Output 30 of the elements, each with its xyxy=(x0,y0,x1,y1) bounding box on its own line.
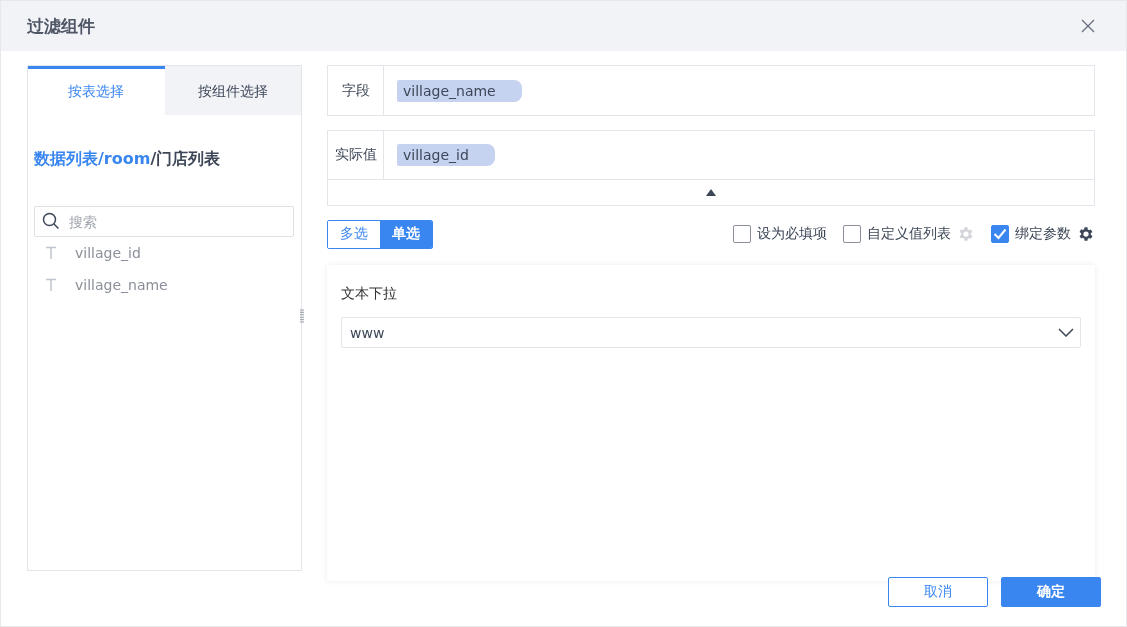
close-icon[interactable] xyxy=(1081,19,1095,33)
text-type-icon xyxy=(45,246,57,260)
mode-toggle[interactable]: 单选 xyxy=(380,220,432,248)
binding-label: 字段 xyxy=(328,66,384,115)
dialog-title: 过滤组件 xyxy=(27,14,95,38)
field-chip[interactable]: village_name xyxy=(397,79,522,102)
checkbox-label: 设为必填项 xyxy=(757,225,827,243)
search-icon xyxy=(42,212,60,230)
resize-handle-icon[interactable] xyxy=(300,309,304,323)
settings-icon[interactable] xyxy=(1077,225,1095,243)
tab[interactable]: 按组件选择 xyxy=(164,66,301,115)
text-type-icon xyxy=(45,278,57,292)
cancel-button[interactable]: 取消 xyxy=(888,577,988,607)
checkbox[interactable] xyxy=(991,225,1009,243)
preview-label: 文本下拉 xyxy=(341,285,398,303)
chevron-down-icon xyxy=(1058,328,1074,337)
search-field[interactable]: 搜索 xyxy=(34,206,294,237)
breadcrumb-current: /门店列表 xyxy=(150,149,221,168)
checkbox[interactable] xyxy=(843,225,861,243)
binding-label: 实际值 xyxy=(328,131,384,179)
field-item[interactable]: village_name xyxy=(28,269,301,301)
confirm-button[interactable]: 确定 xyxy=(1001,577,1101,607)
checkbox-label: 自定义值列表 xyxy=(867,225,951,243)
collapse-arrow-icon[interactable] xyxy=(706,189,716,196)
breadcrumb-link[interactable]: 数据列表/room xyxy=(34,149,151,168)
field-item[interactable]: village_id xyxy=(28,237,301,269)
checkbox-label: 绑定参数 xyxy=(1015,225,1071,243)
checkbox[interactable] xyxy=(733,225,751,243)
field-chip[interactable]: village_id xyxy=(397,144,495,166)
dropdown-select[interactable]: www xyxy=(341,317,1081,348)
